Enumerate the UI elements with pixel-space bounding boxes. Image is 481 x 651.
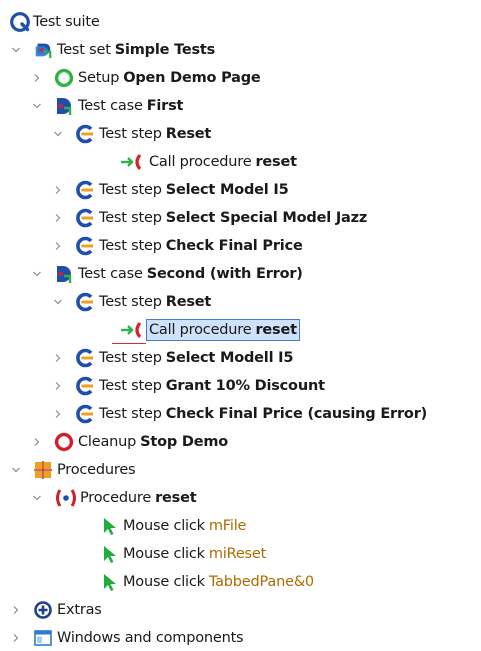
tree-node-test-step[interactable]: Test step Select Special Model Jazz — [0, 206, 481, 230]
tree-node-label: Cleanup Stop Demo — [78, 434, 229, 450]
tree-node-mouse-click[interactable]: Mouse click miReset — [0, 542, 481, 566]
extras-icon — [33, 600, 53, 620]
test-step-icon — [75, 348, 95, 368]
procedures-icon — [33, 460, 53, 480]
test-step-icon — [75, 376, 95, 396]
tree-node-label: Mouse click miReset — [123, 546, 267, 562]
test-set-icon — [33, 40, 53, 60]
tree-node-cleanup[interactable]: Cleanup Stop Demo — [0, 430, 481, 454]
procedure-icon — [54, 488, 78, 508]
tree-node-extras[interactable]: Extras — [0, 598, 481, 622]
cleanup-icon — [54, 432, 74, 452]
chevron-right-icon[interactable] — [30, 432, 44, 452]
tree-node-test-suite[interactable]: Test suite — [0, 10, 481, 34]
tree-node-test-case[interactable]: Test case Second (with Error) — [0, 262, 481, 286]
tree-node-label: Test step Check Final Price — [99, 238, 303, 254]
mouse-click-icon — [99, 516, 119, 536]
chevron-right-icon[interactable] — [51, 208, 65, 228]
tree-node-test-step[interactable]: Test step Check Final Price (causing Erro… — [0, 402, 481, 426]
tree-node-label: Test set Simple Tests — [57, 42, 216, 58]
chevron-down-icon[interactable] — [51, 292, 65, 312]
tree-node-procedure[interactable]: Procedure reset — [0, 486, 481, 510]
chevron-right-icon[interactable] — [51, 236, 65, 256]
tree-node-test-step[interactable]: Test step Grant 10% Discount — [0, 374, 481, 398]
error-marker-line — [112, 343, 146, 344]
tree-node-label: Test step Select Model I5 — [99, 182, 289, 198]
tree-node-label: Mouse click mFile — [123, 518, 247, 534]
tree-node-test-step[interactable]: Test step Reset — [0, 122, 481, 146]
tree-node-label: Procedures — [57, 462, 136, 478]
mouse-click-icon — [99, 572, 119, 592]
test-step-icon — [75, 180, 95, 200]
chevron-down-icon[interactable] — [9, 40, 23, 60]
selected-node-label: Call procedure reset — [146, 319, 300, 341]
test-step-icon — [75, 124, 95, 144]
tree-node-label: Mouse click TabbedPane&0 — [123, 574, 314, 590]
test-case-icon — [54, 96, 74, 116]
tree-node-label: Test step Check Final Price (causing Erro… — [99, 406, 428, 422]
tree-node-label: Setup Open Demo Page — [78, 70, 261, 86]
tree-node-call-procedure-selected[interactable]: Call procedure reset — [0, 318, 481, 342]
tree-node-mouse-click[interactable]: Mouse click mFile — [0, 514, 481, 538]
test-step-icon — [75, 208, 95, 228]
windows-components-icon — [33, 628, 53, 648]
tree-node-label: Test case First — [78, 98, 184, 114]
call-procedure-icon — [120, 152, 144, 172]
tree-node-label: Test step Select Modell I5 — [99, 350, 294, 366]
chevron-down-icon[interactable] — [30, 264, 44, 284]
test-suite-tree[interactable]: Test suite Test set Simple Tests Setup Ope… — [0, 0, 481, 651]
test-step-icon — [75, 236, 95, 256]
chevron-right-icon[interactable] — [9, 628, 23, 648]
chevron-down-icon[interactable] — [30, 96, 44, 116]
test-step-icon — [75, 292, 95, 312]
tree-node-label: Test case Second (with Error) — [78, 266, 303, 282]
tree-node-label: Test step Reset — [99, 126, 212, 142]
tree-node-windows-and-components[interactable]: Windows and components — [0, 626, 481, 650]
tree-node-label: Test step Grant 10% Discount — [99, 378, 325, 394]
tree-node-test-step[interactable]: Test step Select Modell I5 — [0, 346, 481, 370]
tree-node-test-step[interactable]: Test step Reset — [0, 290, 481, 314]
tree-node-label: Windows and components — [57, 630, 244, 646]
chevron-down-icon[interactable] — [51, 124, 65, 144]
call-procedure-icon — [120, 320, 144, 340]
tree-node-setup[interactable]: Setup Open Demo Page — [0, 66, 481, 90]
tree-node-call-procedure[interactable]: Call procedure reset — [0, 150, 481, 174]
tree-node-test-case[interactable]: Test case First — [0, 94, 481, 118]
mouse-click-icon — [99, 544, 119, 564]
tree-node-procedures[interactable]: Procedures — [0, 458, 481, 482]
chevron-right-icon[interactable] — [51, 404, 65, 424]
chevron-right-icon[interactable] — [51, 376, 65, 396]
chevron-right-icon[interactable] — [51, 348, 65, 368]
tree-node-label: Test step Select Special Model Jazz — [99, 210, 368, 226]
chevron-down-icon[interactable] — [30, 488, 44, 508]
tree-node-mouse-click[interactable]: Mouse click TabbedPane&0 — [0, 570, 481, 594]
tree-node-test-step[interactable]: Test step Check Final Price — [0, 234, 481, 258]
tree-node-test-set[interactable]: Test set Simple Tests — [0, 38, 481, 62]
test-case-icon — [54, 264, 74, 284]
tree-node-label: Call procedure reset — [149, 154, 297, 170]
tree-node-label: Test suite — [33, 14, 100, 30]
chevron-right-icon[interactable] — [9, 600, 23, 620]
tree-node-test-step[interactable]: Test step Select Model I5 — [0, 178, 481, 202]
chevron-down-icon[interactable] — [9, 460, 23, 480]
chevron-right-icon[interactable] — [30, 68, 44, 88]
test-step-icon — [75, 404, 95, 424]
test-suite-icon — [10, 12, 30, 32]
tree-node-label: Extras — [57, 602, 102, 618]
setup-icon — [54, 68, 74, 88]
tree-node-label: Procedure reset — [80, 490, 197, 506]
chevron-right-icon[interactable] — [51, 180, 65, 200]
tree-node-label: Test step Reset — [99, 294, 212, 310]
